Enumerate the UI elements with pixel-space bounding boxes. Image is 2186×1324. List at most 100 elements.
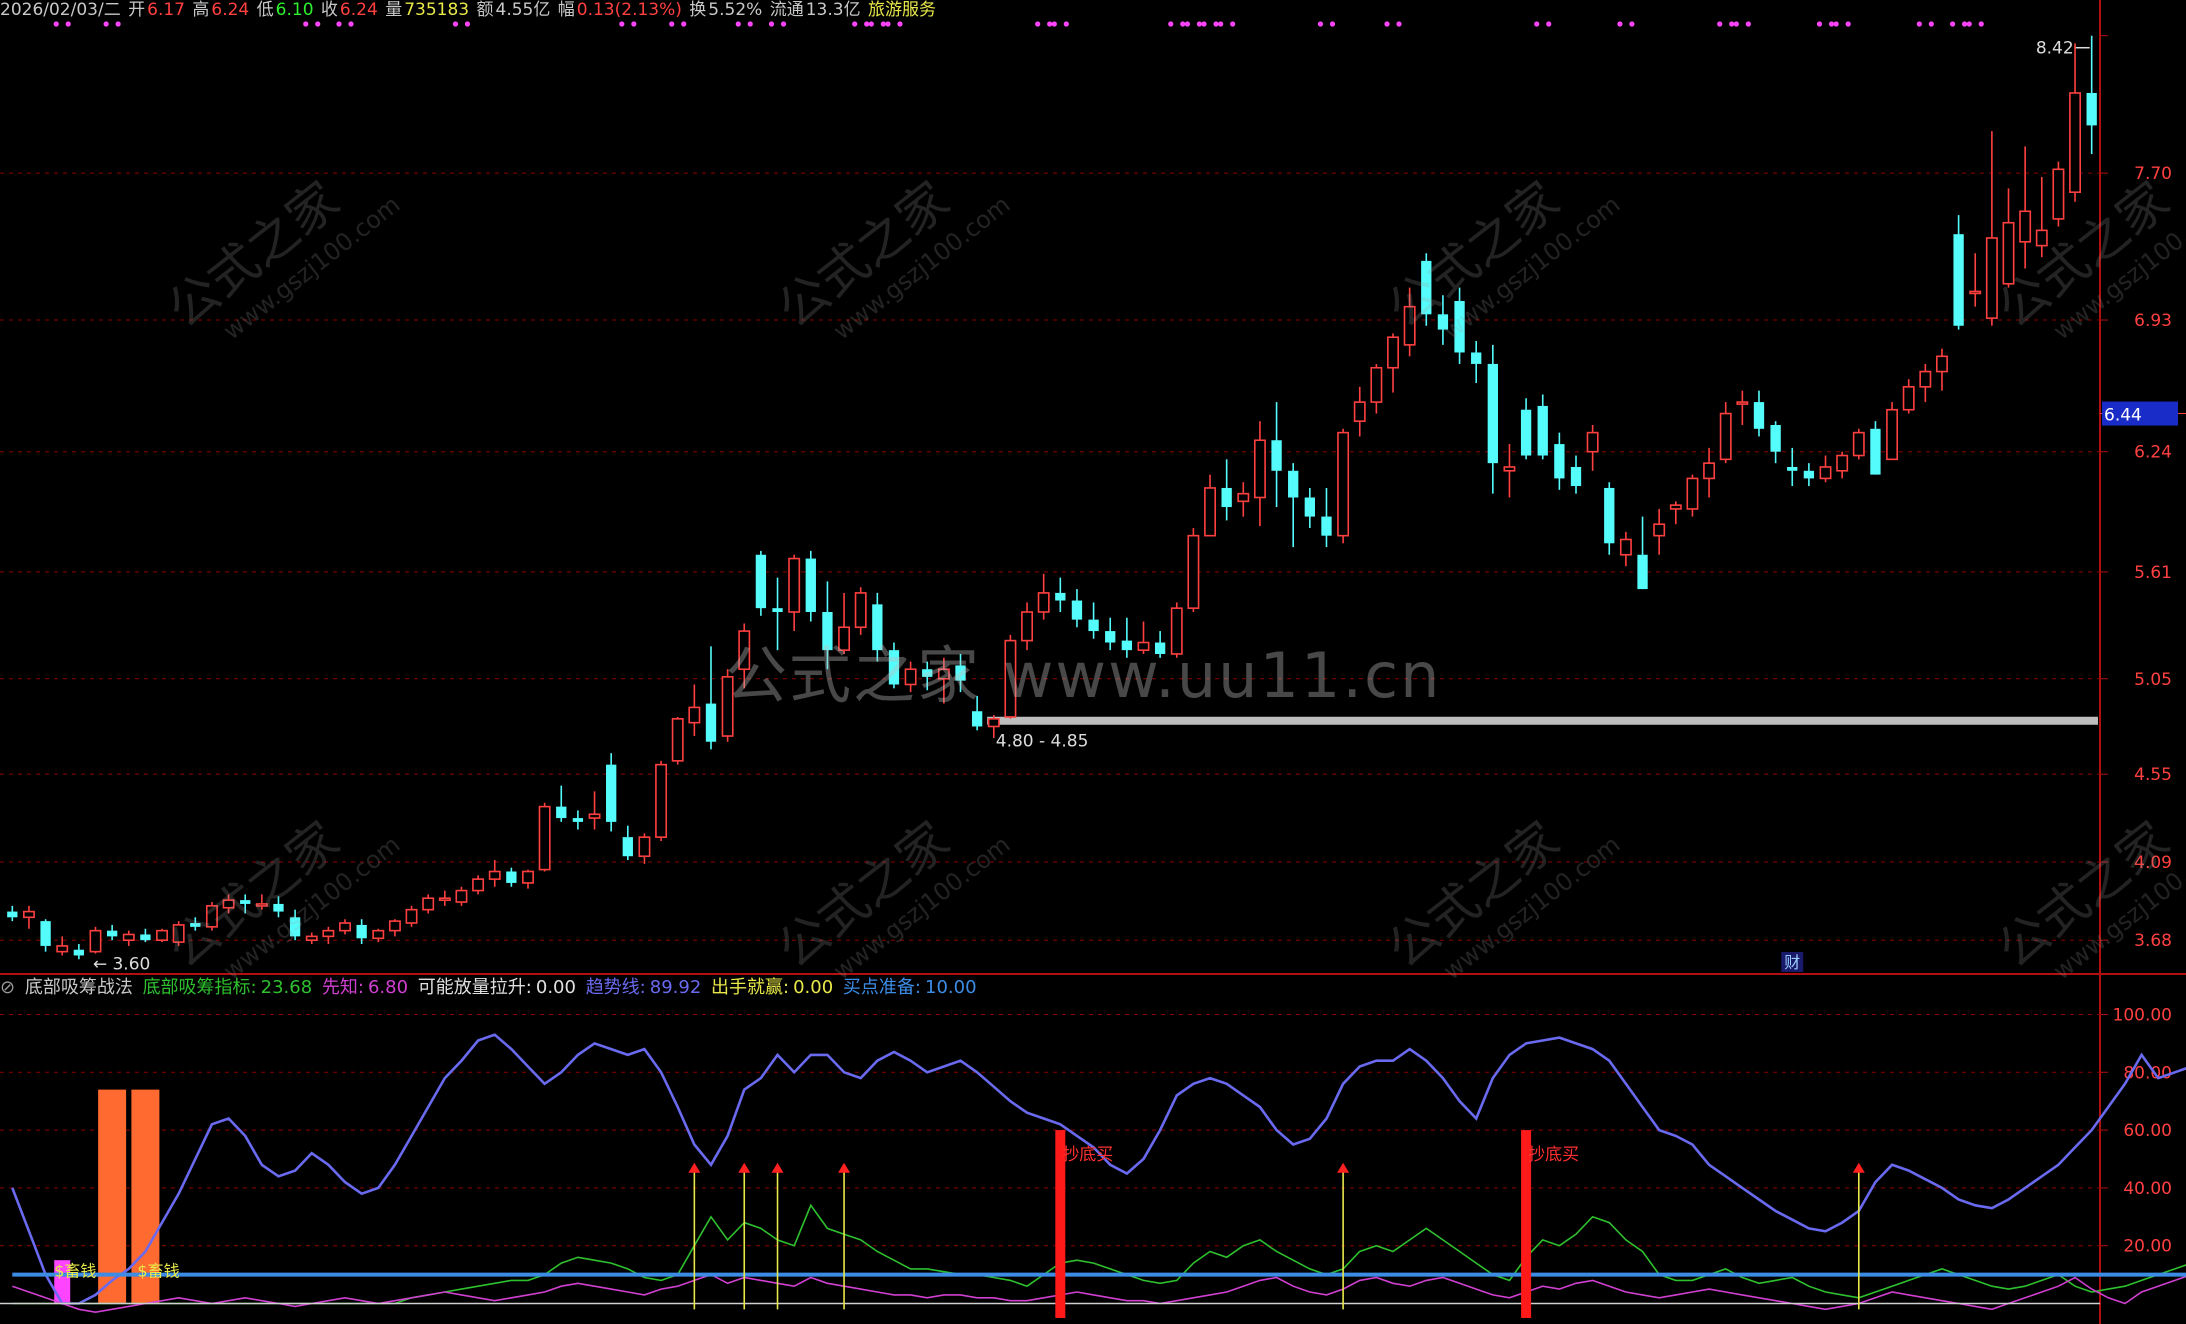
- candle: [1271, 402, 1282, 508]
- candle-body: [1919, 370, 1932, 388]
- candle: [1221, 459, 1232, 521]
- candle-body: [1471, 352, 1482, 364]
- candle: [1852, 428, 1865, 460]
- high-value: 6.24: [211, 0, 250, 20]
- candle-body: [1554, 444, 1565, 479]
- candle-body: [7, 911, 18, 918]
- candle-body: [405, 908, 418, 924]
- candle-body: [1253, 439, 1266, 499]
- candle-body: [705, 703, 717, 742]
- top-signal-dot: [464, 21, 471, 27]
- candle-body: [1969, 290, 1982, 295]
- candle-body: [1936, 355, 1948, 373]
- candle-body: [2069, 92, 2082, 193]
- top-signal-dot: [53, 21, 59, 27]
- top-signal-dot: [1816, 21, 1823, 27]
- candle: [1653, 508, 1666, 555]
- candle-body: [1288, 470, 1299, 498]
- candle: [1870, 421, 1881, 475]
- candle: [1604, 482, 1615, 555]
- candle-body: [40, 921, 51, 946]
- candle-body: [1736, 401, 1749, 405]
- candle-body: [1520, 409, 1532, 456]
- candle: [1586, 424, 1599, 471]
- series6-value: 10.00: [925, 977, 977, 998]
- candle-body: [455, 889, 468, 903]
- top-signal-dot: [1833, 21, 1839, 27]
- top-signal-dot: [65, 21, 71, 27]
- sector-name[interactable]: 旅游服务: [868, 0, 936, 20]
- candle-body: [472, 878, 485, 892]
- candle: [1288, 463, 1299, 548]
- top-signal-dot: [735, 21, 741, 27]
- arrow-head: [1852, 1162, 1865, 1173]
- candle-body: [1770, 424, 1781, 452]
- series-line: [12, 1203, 2186, 1305]
- candle: [1836, 451, 1849, 479]
- candle-body: [1619, 538, 1632, 556]
- candle: [1736, 390, 1749, 425]
- candle-body: [1852, 431, 1865, 457]
- series1-value: 23.68: [260, 977, 313, 998]
- low-price-label: ← 3.60: [93, 954, 151, 974]
- top-signal-dot: [1184, 21, 1190, 27]
- candle: [788, 554, 801, 632]
- candle: [1071, 589, 1083, 628]
- candle: [755, 550, 767, 616]
- candle: [1686, 474, 1699, 517]
- candle-body: [372, 929, 385, 940]
- indicator-toggle-icon[interactable]: ⊘: [0, 977, 15, 998]
- candle-body: [522, 870, 534, 884]
- top-signal-dot: [852, 21, 858, 27]
- candle: [488, 860, 501, 887]
- top-signal-dot: [747, 21, 753, 27]
- top-signal-dot: [1317, 21, 1324, 27]
- turnover-label: 换: [689, 0, 707, 20]
- support-label: 4.80 - 4.85: [996, 732, 1089, 752]
- candle: [1969, 253, 1982, 307]
- candle: [1520, 398, 1532, 460]
- top-signal-dot: [336, 21, 342, 27]
- arrow-head: [771, 1162, 784, 1173]
- candle-body: [1537, 405, 1548, 456]
- candle-body: [2019, 210, 2032, 243]
- candle-body: [1686, 477, 1699, 510]
- high-price-label: 8.42: [2036, 39, 2074, 59]
- candle-body: [1836, 454, 1849, 472]
- float-label: 流通: [769, 0, 804, 20]
- top-signal-dot: [1546, 21, 1552, 27]
- top-signal-dot: [1196, 21, 1202, 27]
- candle: [140, 928, 151, 943]
- candle: [1770, 421, 1781, 464]
- candle-body: [356, 924, 367, 939]
- candle: [40, 919, 51, 952]
- candle-body: [1204, 487, 1216, 537]
- candle-body: [638, 836, 651, 858]
- candle-body: [538, 805, 551, 871]
- candle: [1204, 474, 1216, 537]
- price-tick-label: 6.93: [2134, 311, 2172, 331]
- top-signal-dot: [348, 21, 354, 27]
- candle-body: [1353, 401, 1366, 422]
- candle: [572, 810, 584, 830]
- candle: [606, 753, 617, 832]
- candle-body: [788, 557, 801, 613]
- turnover-value: 5.52%: [708, 0, 763, 20]
- candle: [1803, 463, 1815, 487]
- candle: [22, 905, 35, 929]
- top-signal-dot: [1729, 21, 1735, 27]
- series2-value: 6.80: [367, 977, 409, 998]
- candle-body: [854, 592, 867, 629]
- open-value: 6.17: [147, 0, 185, 20]
- candle-body: [1387, 336, 1399, 369]
- candle-body: [1055, 592, 1066, 601]
- series5-label: 出手就赢:: [711, 977, 790, 998]
- candle: [1619, 531, 1632, 567]
- series3-value: 0.00: [535, 977, 576, 998]
- indicator-name[interactable]: 底部吸筹战法: [25, 977, 133, 998]
- candle: [422, 894, 435, 914]
- arrow-head: [1337, 1162, 1350, 1173]
- candle: [688, 684, 701, 737]
- candle-body: [56, 945, 69, 953]
- signal-small-label: $畜钱: [137, 1262, 179, 1281]
